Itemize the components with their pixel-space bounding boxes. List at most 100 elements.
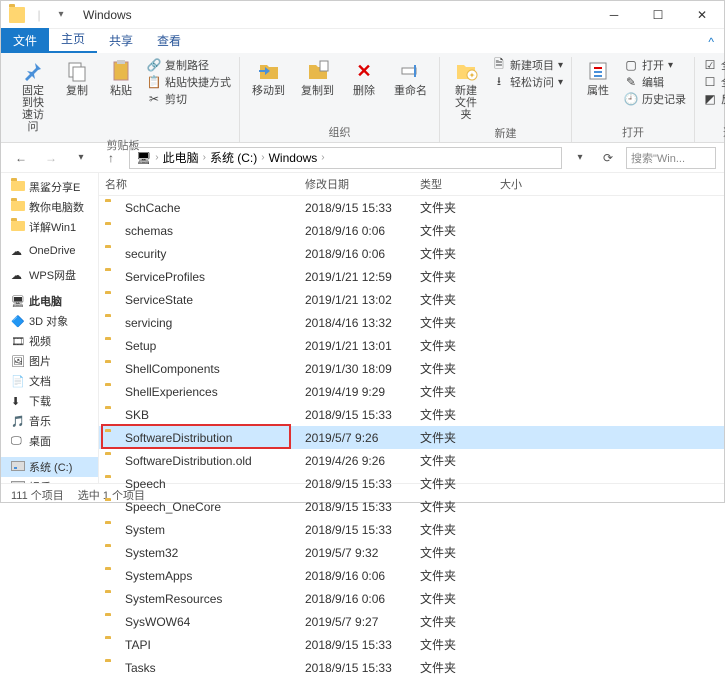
file-name: SystemApps — [125, 569, 192, 583]
open-menu-button[interactable]: ▢打开 ▾ — [624, 57, 686, 73]
copy-to-button[interactable]: 复制到 — [297, 57, 338, 99]
table-row[interactable]: Tasks2018/9/15 15:33文件夹 — [99, 656, 724, 679]
table-row[interactable]: SchCache2018/9/15 15:33文件夹 — [99, 196, 724, 219]
history-button[interactable]: 🕘历史记录 — [624, 91, 686, 107]
sidebar-item[interactable]: 🔷3D 对象 — [1, 311, 98, 331]
col-size[interactable]: 大小 — [494, 173, 724, 195]
copy-button[interactable]: 复制 — [59, 57, 95, 99]
table-row[interactable]: ShellExperiences2019/4/19 9:29文件夹 — [99, 380, 724, 403]
new-folder-button[interactable]: ✦ 新建 文件夹 — [448, 57, 484, 123]
easy-access-button[interactable]: ⭳轻松访问 ▾ — [492, 74, 563, 90]
table-row[interactable]: schemas2018/9/16 0:06文件夹 — [99, 219, 724, 242]
crumb-folder[interactable]: Windows — [269, 151, 318, 165]
new-item-button[interactable]: 🗎新建项目 ▾ — [492, 57, 563, 73]
delete-button[interactable]: ✕ 删除 — [346, 57, 382, 99]
table-row[interactable]: SystemApps2018/9/16 0:06文件夹 — [99, 564, 724, 587]
sidebar-item[interactable]: 🖼图片 — [1, 351, 98, 371]
table-row[interactable]: System322019/5/7 9:32文件夹 — [99, 541, 724, 564]
delete-icon: ✕ — [352, 59, 376, 83]
file-date: 2018/9/15 15:33 — [299, 405, 414, 425]
sidebar-item[interactable]: 🖵桌面 — [1, 431, 98, 451]
col-name[interactable]: 名称 — [99, 173, 299, 195]
cut-button[interactable]: ✂剪切 — [147, 91, 231, 107]
paste-shortcut-button[interactable]: 📋粘贴快捷方式 — [147, 74, 231, 90]
minimize-button[interactable]: ─ — [592, 1, 636, 29]
qat-dropdown-icon[interactable]: ▾ — [53, 7, 69, 23]
sidebar-item[interactable]: ☁WPS网盘 — [1, 265, 98, 285]
paste-button[interactable]: 粘贴 — [103, 57, 139, 99]
sidebar-icon: 🖼 — [11, 355, 25, 367]
tab-home[interactable]: 主页 — [49, 26, 97, 53]
sidebar-item[interactable]: 系统 (C:) — [1, 457, 98, 477]
col-date[interactable]: 修改日期 — [299, 173, 414, 195]
table-row[interactable]: Speech2018/9/15 15:33文件夹 — [99, 472, 724, 495]
table-row[interactable]: ServiceProfiles2019/1/21 12:59文件夹 — [99, 265, 724, 288]
refresh-button[interactable]: ⟳ — [596, 146, 620, 170]
sidebar-item[interactable]: 黑鲨分享E — [1, 177, 98, 197]
file-list[interactable]: 名称 修改日期 类型 大小 SchCache2018/9/15 15:33文件夹… — [99, 173, 724, 679]
file-date: 2019/1/30 18:09 — [299, 359, 414, 379]
tab-share[interactable]: 共享 — [97, 28, 145, 53]
table-row[interactable]: SoftwareDistribution.old2019/4/26 9:26文件… — [99, 449, 724, 472]
table-row[interactable]: SysWOW642019/5/7 9:27文件夹 — [99, 610, 724, 633]
navigation-pane[interactable]: 黑鲨分享E 教你电脑数详解Win1 ☁OneDrive ☁WPS网盘 🖥此电脑🔷3D 对… — [1, 173, 99, 483]
file-type: 文件夹 — [414, 403, 494, 426]
table-row[interactable]: Setup2019/1/21 13:01文件夹 — [99, 334, 724, 357]
sidebar-item-label: 教你电脑数 — [29, 199, 84, 215]
breadcrumb[interactable]: 🖥 › 此电脑 › 系统 (C:) › Windows › — [129, 147, 562, 169]
sidebar-item[interactable]: 🎞视频 — [1, 331, 98, 351]
table-row[interactable]: System2018/9/15 15:33文件夹 — [99, 518, 724, 541]
sidebar-item[interactable]: 🖥此电脑 — [1, 291, 98, 311]
sidebar-item[interactable]: 🎵音乐 — [1, 411, 98, 431]
file-name: System32 — [125, 546, 178, 560]
edit-button[interactable]: ✎编辑 — [624, 74, 686, 90]
search-input[interactable]: 搜索"Win... — [626, 147, 716, 169]
rename-button[interactable]: 重命名 — [390, 57, 431, 99]
addr-dropdown-icon[interactable]: ▾ — [568, 146, 592, 170]
table-row[interactable]: SKB2018/9/15 15:33文件夹 — [99, 403, 724, 426]
sidebar-item[interactable]: ☁OneDrive — [1, 243, 98, 259]
file-date: 2019/1/21 12:59 — [299, 267, 414, 287]
ribbon-collapse-icon[interactable]: ^ — [698, 31, 724, 53]
select-none-button[interactable]: ☐全部取消 — [703, 74, 725, 90]
tab-file[interactable]: 文件 — [1, 28, 49, 53]
pin-to-quick-access-button[interactable]: 固定到快 速访问 — [15, 57, 51, 135]
table-row[interactable]: SystemResources2018/9/16 0:06文件夹 — [99, 587, 724, 610]
sidebar-item-label: 视频 — [29, 333, 51, 349]
maximize-button[interactable]: ☐ — [636, 1, 680, 29]
sidebar-item[interactable]: 📄文档 — [1, 371, 98, 391]
move-to-button[interactable]: 移动到 — [248, 57, 289, 99]
table-row[interactable]: TAPI2018/9/15 15:33文件夹 — [99, 633, 724, 656]
crumb-pc[interactable]: 此电脑 — [163, 149, 199, 166]
table-row[interactable]: SoftwareDistribution2019/5/7 9:26文件夹 — [99, 426, 724, 449]
pc-icon: 🖥 — [136, 151, 151, 165]
recent-dropdown[interactable]: ▾ — [69, 146, 93, 170]
sidebar-item[interactable]: 详解Win1 — [1, 217, 98, 237]
file-name: SoftwareDistribution.old — [125, 454, 252, 468]
sidebar-item[interactable]: ⬇下载 — [1, 391, 98, 411]
copy-path-button[interactable]: 🔗复制路径 — [147, 57, 231, 73]
tab-view[interactable]: 查看 — [145, 28, 193, 53]
col-type[interactable]: 类型 — [414, 173, 494, 195]
folder-icon — [105, 478, 119, 489]
table-row[interactable]: Speech_OneCore2018/9/15 15:33文件夹 — [99, 495, 724, 518]
table-row[interactable]: ShellComponents2019/1/30 18:09文件夹 — [99, 357, 724, 380]
rename-icon — [399, 59, 423, 83]
column-headers[interactable]: 名称 修改日期 类型 大小 — [99, 173, 724, 196]
properties-button[interactable]: 属性 — [580, 57, 616, 99]
crumb-drive[interactable]: 系统 (C:) — [210, 149, 257, 166]
file-type: 文件夹 — [414, 518, 494, 541]
sidebar-item[interactable]: 教你电脑数 — [1, 197, 98, 217]
select-all-button[interactable]: ☑全部选择 — [703, 57, 725, 73]
forward-button[interactable]: → — [39, 146, 63, 170]
back-button[interactable]: ← — [9, 146, 33, 170]
up-button[interactable]: ↑ — [99, 146, 123, 170]
file-date: 2018/9/15 15:33 — [299, 658, 414, 678]
sidebar-item[interactable]: 娱乐 (D:) — [1, 477, 98, 483]
table-row[interactable]: ServiceState2019/1/21 13:02文件夹 — [99, 288, 724, 311]
close-button[interactable]: ✕ — [680, 1, 724, 29]
sidebar-item-label: 此电脑 — [29, 293, 62, 309]
table-row[interactable]: security2018/9/16 0:06文件夹 — [99, 242, 724, 265]
invert-selection-button[interactable]: ◩反向选择 — [703, 91, 725, 107]
table-row[interactable]: servicing2018/4/16 13:32文件夹 — [99, 311, 724, 334]
